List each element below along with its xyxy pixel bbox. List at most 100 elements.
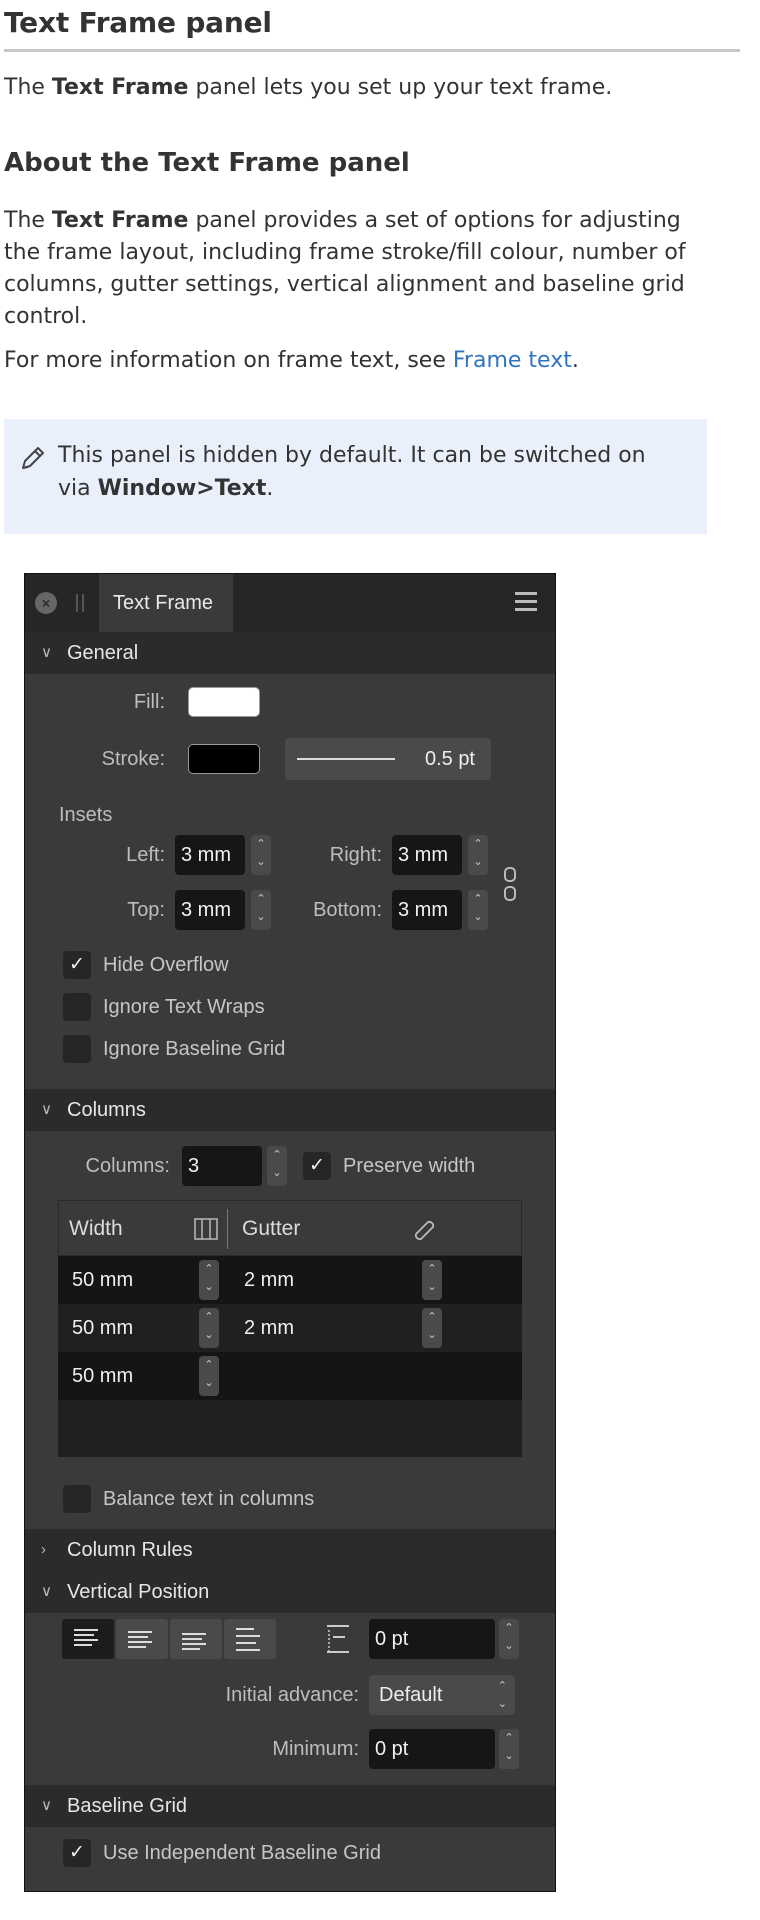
column-width-stepper[interactable]: ⌃ ⌄	[199, 1260, 219, 1300]
intro-paragraph: The Text Frame panel lets you set up you…	[4, 72, 612, 104]
chevron-down-icon: ∨	[41, 644, 52, 661]
right-inset-field[interactable]: 3 mm	[392, 835, 462, 875]
columns-count-stepper[interactable]: ⌃ ⌄	[267, 1146, 287, 1186]
section-column-rules-header[interactable]: › Column Rules	[25, 1529, 555, 1571]
columns-count-label: Columns:	[85, 1155, 170, 1177]
stroke-label: Stroke:	[101, 748, 165, 770]
top-inset-field[interactable]: 3 mm	[175, 890, 245, 930]
stroke-swatch[interactable]	[188, 744, 260, 774]
column-width-value[interactable]: 50 mm	[72, 1256, 133, 1304]
about-line-4: control.	[4, 304, 88, 329]
align-bottom-button[interactable]	[170, 1619, 222, 1659]
grip-handle[interactable]	[76, 594, 84, 612]
balance-columns-label: Balance text in columns	[103, 1488, 315, 1510]
column-gutter-stepper[interactable]: ⌃ ⌄	[422, 1308, 442, 1348]
minimum-field[interactable]: 0 pt	[369, 1729, 495, 1769]
left-inset-label: Left:	[126, 844, 165, 866]
bottom-inset-label: Bottom:	[313, 899, 382, 921]
column-width-value[interactable]: 50 mm	[72, 1352, 133, 1400]
about-line-3: columns, gutter settings, vertical align…	[4, 272, 685, 297]
note-box: This panel is hidden by default. It can …	[4, 419, 707, 534]
title-divider	[4, 49, 740, 52]
intro-text-end: panel lets you set up your text frame.	[188, 75, 613, 100]
baseline-offset-stepper[interactable]: ⌃ ⌄	[499, 1619, 519, 1659]
initial-advance-label: Initial advance:	[225, 1684, 359, 1706]
panel-titlebar: × Text Frame	[25, 574, 555, 632]
note-bold: Window>Text	[97, 476, 267, 501]
column-gutter-value[interactable]: 2 mm	[244, 1256, 294, 1304]
hide-overflow-label: Hide Overflow	[103, 954, 229, 976]
section-general-header[interactable]: ∨ General	[25, 632, 555, 674]
column-gutter-value[interactable]: 2 mm	[244, 1304, 294, 1352]
note-line-1: This panel is hidden by default. It can …	[58, 443, 646, 468]
section-column-rules-label: Column Rules	[67, 1539, 193, 1561]
bottom-inset-stepper[interactable]: ⌃ ⌄	[468, 890, 488, 930]
frame-text-link[interactable]: Frame text	[453, 348, 572, 373]
intro-bold: Text Frame	[51, 75, 189, 100]
fill-swatch[interactable]	[188, 687, 260, 717]
column-width-stepper[interactable]: ⌃ ⌄	[199, 1356, 219, 1396]
bottom-inset-field[interactable]: 3 mm	[392, 890, 462, 930]
hide-overflow-checkbox[interactable]: ✓	[63, 951, 91, 979]
top-inset-stepper[interactable]: ⌃ ⌄	[251, 890, 271, 930]
column-width-value[interactable]: 50 mm	[72, 1304, 133, 1352]
note-line-2: via	[58, 476, 98, 501]
width-column-header: Width	[69, 1217, 123, 1240]
link-chain-icon[interactable]	[503, 866, 517, 902]
baseline-offset-icon	[327, 1625, 349, 1653]
columns-icon[interactable]	[194, 1217, 218, 1241]
initial-advance-select[interactable]: Default ⌃ ⌄	[369, 1675, 515, 1715]
chevron-down-icon: ∨	[41, 1101, 52, 1118]
stroke-width-control[interactable]: 0.5 pt	[285, 738, 491, 780]
align-justify-button[interactable]	[224, 1619, 276, 1659]
chevron-down-icon: ∨	[41, 1583, 52, 1600]
column-gutter-stepper[interactable]: ⌃ ⌄	[422, 1260, 442, 1300]
ignore-baseline-label: Ignore Baseline Grid	[103, 1038, 286, 1060]
chevron-right-icon: ›	[41, 1541, 46, 1558]
gutter-column-header: Gutter	[242, 1217, 301, 1240]
link-icon[interactable]	[411, 1217, 437, 1243]
panel-tab[interactable]: Text Frame	[99, 574, 233, 632]
header-divider	[227, 1209, 228, 1249]
right-inset-stepper[interactable]: ⌃ ⌄	[468, 835, 488, 875]
table-row[interactable]: 50 mm ⌃ ⌄	[58, 1352, 522, 1400]
ignore-wraps-label: Ignore Text Wraps	[103, 996, 265, 1018]
preserve-width-checkbox[interactable]: ✓	[303, 1152, 331, 1180]
fill-label: Fill:	[133, 691, 165, 713]
left-inset-stepper[interactable]: ⌃ ⌄	[251, 835, 271, 875]
columns-count-field[interactable]: 3	[182, 1146, 262, 1186]
close-icon[interactable]: ×	[35, 592, 57, 614]
note-text: This panel is hidden by default. It can …	[58, 439, 698, 505]
note-end: .	[266, 476, 274, 501]
table-row[interactable]: 50 mm ⌃ ⌄ 2 mm ⌃ ⌄	[58, 1256, 522, 1304]
table-row[interactable]: 50 mm ⌃ ⌄ 2 mm ⌃ ⌄	[58, 1304, 522, 1352]
left-inset-field[interactable]: 3 mm	[175, 835, 245, 875]
independent-baseline-checkbox[interactable]: ✓	[63, 1839, 91, 1867]
ignore-baseline-checkbox[interactable]	[63, 1035, 91, 1063]
menu-icon[interactable]	[515, 592, 537, 612]
minimum-stepper[interactable]: ⌃ ⌄	[499, 1729, 519, 1769]
minimum-label: Minimum:	[272, 1738, 359, 1760]
more-info-paragraph: For more information on frame text, see …	[4, 345, 579, 377]
section-vertical-position-label: Vertical Position	[67, 1581, 210, 1603]
ignore-wraps-checkbox[interactable]	[63, 993, 91, 1021]
section-vertical-position-header[interactable]: ∨ Vertical Position	[25, 1571, 555, 1613]
align-top-button[interactable]	[62, 1619, 114, 1659]
columns-table: Width Gutter 50 mm ⌃ ⌄ 2 mm ⌃ ⌄ 50 mm ⌃ ⌄ 2…	[58, 1200, 522, 1457]
align-center-button[interactable]	[116, 1619, 168, 1659]
text-frame-panel: × Text Frame ∨ General Fill: Stroke: 0.5 …	[24, 573, 556, 1892]
baseline-offset-field[interactable]: 0 pt	[369, 1619, 495, 1659]
section-columns-label: Columns	[67, 1099, 146, 1121]
stroke-width-value: 0.5 pt	[424, 748, 475, 770]
column-width-stepper[interactable]: ⌃ ⌄	[199, 1308, 219, 1348]
about-text: The	[4, 208, 52, 233]
section-baseline-grid-label: Baseline Grid	[67, 1795, 188, 1817]
about-bold: Text Frame	[51, 208, 189, 233]
balance-columns-checkbox[interactable]	[63, 1485, 91, 1513]
about-paragraph: The Text Frame panel provides a set of o…	[4, 205, 686, 333]
insets-label: Insets	[59, 804, 113, 826]
intro-text: The	[4, 75, 52, 100]
more-info-end: .	[571, 348, 579, 373]
section-baseline-grid-header[interactable]: ∨ Baseline Grid	[25, 1785, 555, 1827]
section-columns-header[interactable]: ∨ Columns	[25, 1089, 555, 1131]
